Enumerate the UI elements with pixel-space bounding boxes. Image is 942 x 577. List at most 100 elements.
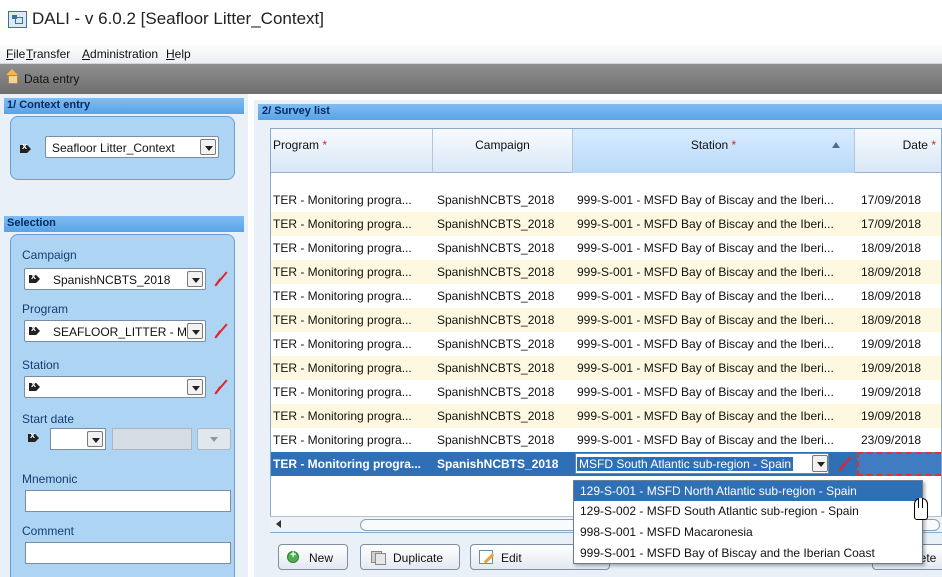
cell-station[interactable]: 999-S-001 - MSFD Bay of Biscay and the I… bbox=[577, 409, 853, 423]
context-combo[interactable]: Seafloor Litter_Context bbox=[22, 136, 219, 158]
cell-station[interactable]: 999-S-001 - MSFD Bay of Biscay and the I… bbox=[577, 313, 853, 327]
cell-campaign[interactable]: SpanishNCBTS_2018 bbox=[437, 337, 573, 351]
date-picker-button[interactable] bbox=[197, 428, 231, 450]
cell-date[interactable]: 17/09/2018 bbox=[861, 193, 941, 207]
cell-date[interactable]: 18/09/2018 bbox=[861, 265, 941, 279]
search-icon[interactable] bbox=[29, 379, 47, 393]
station-edit-value[interactable]: MSFD South Atlantic sub-region - Spain bbox=[577, 457, 794, 471]
table-row[interactable]: TER - Monitoring progra... SpanishNCBTS_2… bbox=[271, 332, 941, 356]
clear-station-icon[interactable] bbox=[837, 456, 853, 472]
start-date-field[interactable] bbox=[112, 428, 192, 450]
menu-administration[interactable]: Administration bbox=[82, 47, 158, 61]
cell-campaign[interactable]: SpanishNCBTS_2018 bbox=[437, 313, 573, 327]
cell-program[interactable]: TER - Monitoring progra... bbox=[273, 361, 431, 375]
cell-date[interactable]: 19/09/2018 bbox=[861, 361, 941, 375]
cell-program[interactable]: TER - Monitoring progra... bbox=[273, 289, 431, 303]
table-row[interactable]: TER - Monitoring progra... SpanishNCBTS_2… bbox=[271, 428, 941, 452]
table-row[interactable]: TER - Monitoring progra... SpanishNCBTS_2… bbox=[271, 260, 941, 284]
cell-date[interactable]: 18/09/2018 bbox=[861, 241, 941, 255]
cell-station[interactable]: 999-S-001 - MSFD Bay of Biscay and the I… bbox=[577, 385, 853, 399]
home-icon[interactable] bbox=[6, 69, 18, 85]
cell-campaign[interactable]: SpanishNCBTS_2018 bbox=[437, 457, 558, 471]
cell-date[interactable]: 23/09/2018 bbox=[861, 433, 941, 447]
cell-station[interactable]: 999-S-001 - MSFD Bay of Biscay and the I… bbox=[577, 193, 853, 207]
cell-campaign[interactable]: SpanishNCBTS_2018 bbox=[437, 361, 573, 375]
cell-program[interactable]: TER - Monitoring progra... bbox=[273, 193, 431, 207]
cell-campaign[interactable]: SpanishNCBTS_2018 bbox=[437, 241, 573, 255]
dropdown-option[interactable]: 999-S-001 - MSFD Bay of Biscay and the I… bbox=[574, 543, 922, 563]
operator-combo[interactable] bbox=[50, 428, 106, 450]
table-row[interactable]: TER - Monitoring progra... SpanishNCBTS_2… bbox=[271, 236, 941, 260]
column-header-date[interactable]: Date * bbox=[855, 129, 941, 173]
scroll-left-icon[interactable] bbox=[276, 520, 281, 528]
station-combo[interactable] bbox=[24, 376, 206, 398]
cell-campaign[interactable]: SpanishNCBTS_2018 bbox=[437, 409, 573, 423]
chevron-down-icon[interactable] bbox=[187, 271, 203, 287]
cell-station[interactable]: 999-S-001 - MSFD Bay of Biscay and the I… bbox=[577, 265, 853, 279]
cell-program[interactable]: TER - Monitoring progra... bbox=[273, 241, 431, 255]
cell-station[interactable]: 999-S-001 - MSFD Bay of Biscay and the I… bbox=[577, 289, 853, 303]
column-header-program[interactable]: Program * bbox=[271, 129, 433, 173]
chevron-down-icon[interactable] bbox=[200, 139, 216, 155]
cell-program[interactable]: TER - Monitoring progra... bbox=[273, 385, 431, 399]
cell-date-editing[interactable] bbox=[857, 452, 941, 476]
search-icon[interactable] bbox=[28, 430, 46, 444]
table-row[interactable]: TER - Monitoring progra... SpanishNCBTS_2… bbox=[271, 380, 941, 404]
cell-program[interactable]: TER - Monitoring progra... bbox=[273, 457, 431, 471]
search-icon[interactable] bbox=[29, 323, 47, 337]
clear-filter-icon[interactable] bbox=[213, 379, 229, 395]
menu-help[interactable]: Help bbox=[166, 47, 191, 61]
duplicate-button[interactable]: Duplicate bbox=[360, 544, 460, 570]
campaign-combo[interactable]: SpanishNCBTS_2018 bbox=[24, 268, 206, 290]
chevron-down-icon[interactable] bbox=[187, 323, 203, 339]
cell-campaign[interactable]: SpanishNCBTS_2018 bbox=[437, 193, 573, 207]
cell-campaign[interactable]: SpanishNCBTS_2018 bbox=[437, 289, 573, 303]
mnemonic-input[interactable] bbox=[25, 490, 231, 512]
chevron-down-icon[interactable] bbox=[187, 379, 203, 395]
cell-station[interactable]: 999-S-001 - MSFD Bay of Biscay and the I… bbox=[577, 217, 853, 231]
table-row[interactable]: TER - Monitoring progra... SpanishNCBTS_2… bbox=[271, 284, 941, 308]
cell-program[interactable]: TER - Monitoring progra... bbox=[273, 217, 431, 231]
search-icon[interactable] bbox=[29, 271, 47, 285]
cell-date[interactable]: 17/09/2018 bbox=[861, 217, 941, 231]
table-row[interactable]: TER - Monitoring progra... SpanishNCBTS_2… bbox=[271, 356, 941, 380]
cell-campaign[interactable]: SpanishNCBTS_2018 bbox=[437, 433, 573, 447]
cell-campaign[interactable]: SpanishNCBTS_2018 bbox=[437, 265, 573, 279]
cell-program[interactable]: TER - Monitoring progra... bbox=[273, 313, 431, 327]
dropdown-option[interactable]: 998-S-001 - MSFD Macaronesia bbox=[574, 522, 922, 542]
clear-filter-icon[interactable] bbox=[213, 323, 229, 339]
cell-campaign[interactable]: SpanishNCBTS_2018 bbox=[437, 217, 573, 231]
cell-station[interactable]: 999-S-001 - MSFD Bay of Biscay and the I… bbox=[577, 361, 853, 375]
cell-date[interactable]: 18/09/2018 bbox=[861, 313, 941, 327]
cell-station[interactable]: 999-S-001 - MSFD Bay of Biscay and the I… bbox=[577, 337, 853, 351]
cell-program[interactable]: TER - Monitoring progra... bbox=[273, 265, 431, 279]
cell-program[interactable]: TER - Monitoring progra... bbox=[273, 337, 431, 351]
program-combo[interactable]: SEAFLOOR_LITTER - M bbox=[24, 320, 206, 342]
station-edit-combo[interactable]: MSFD South Atlantic sub-region - Spain bbox=[575, 453, 829, 474]
cell-program[interactable]: TER - Monitoring progra... bbox=[273, 409, 431, 423]
cell-date[interactable]: 18/09/2018 bbox=[861, 289, 941, 303]
chevron-down-icon[interactable] bbox=[812, 455, 828, 472]
cell-date[interactable]: 19/09/2018 bbox=[861, 385, 941, 399]
cell-station[interactable]: 999-S-001 - MSFD Bay of Biscay and the I… bbox=[577, 433, 853, 447]
chevron-down-icon[interactable] bbox=[87, 431, 103, 447]
cell-date[interactable]: 19/09/2018 bbox=[861, 409, 941, 423]
table-row[interactable]: TER - Monitoring progra... SpanishNCBTS_2… bbox=[271, 404, 941, 428]
cell-station[interactable]: 999-S-001 - MSFD Bay of Biscay and the I… bbox=[577, 241, 853, 255]
table-row[interactable]: TER - Monitoring progra... SpanishNCBTS_2… bbox=[271, 308, 941, 332]
cell-program[interactable]: TER - Monitoring progra... bbox=[273, 433, 431, 447]
dropdown-option[interactable]: 129-S-001 - MSFD North Atlantic sub-regi… bbox=[574, 481, 922, 501]
new-button[interactable]: New bbox=[278, 544, 348, 570]
comment-input[interactable] bbox=[25, 542, 231, 564]
column-header-station[interactable]: Station * bbox=[573, 129, 855, 173]
cell-date[interactable]: 19/09/2018 bbox=[861, 337, 941, 351]
column-header-campaign[interactable]: Campaign bbox=[433, 129, 573, 173]
table-row-selected[interactable]: TER - Monitoring progra... SpanishNCBTS_… bbox=[271, 452, 941, 476]
table-row[interactable]: TER - Monitoring progra... SpanishNCBTS_2… bbox=[271, 212, 941, 236]
start-date-operator[interactable] bbox=[24, 428, 106, 450]
table-row[interactable]: TER - Monitoring progra... SpanishNCBTS_2… bbox=[271, 188, 941, 212]
menu-file[interactable]: File bbox=[6, 47, 25, 61]
menu-transfer[interactable]: Transfer bbox=[26, 47, 70, 61]
search-icon[interactable] bbox=[20, 141, 38, 155]
dropdown-option[interactable]: 129-S-002 - MSFD South Atlantic sub-regi… bbox=[574, 501, 922, 521]
